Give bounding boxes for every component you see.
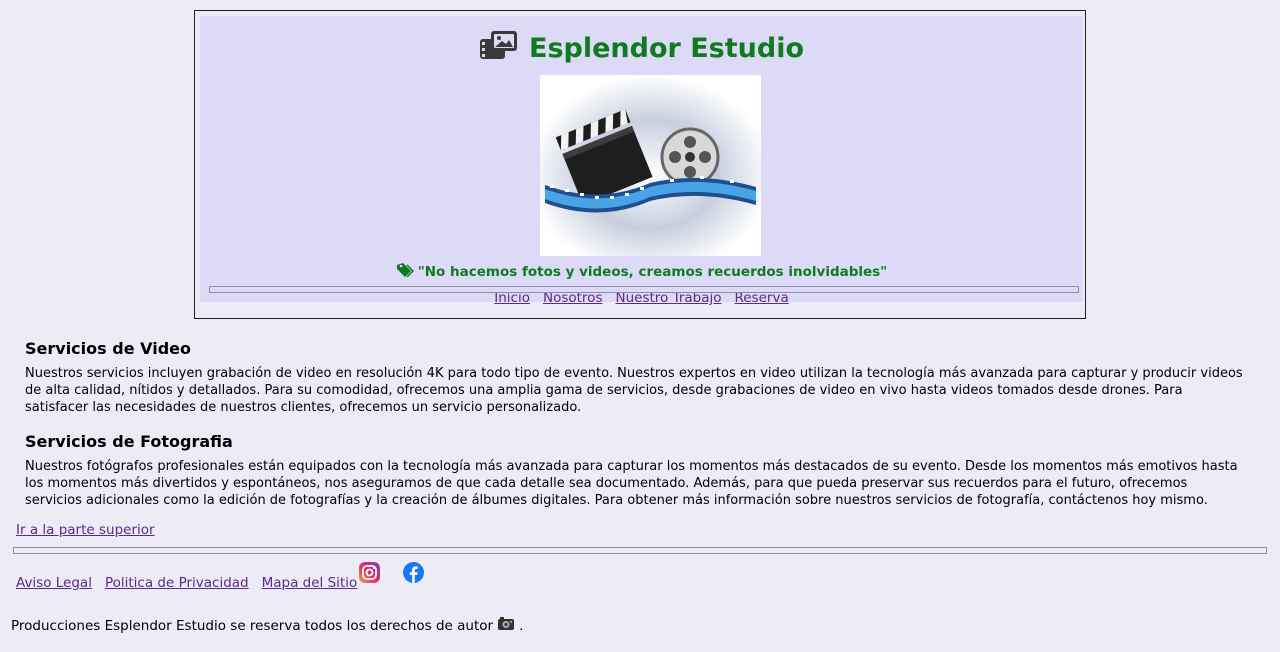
photo-services-heading: Servicios de Fotografia xyxy=(25,432,233,451)
nav-link-nosotros[interactable]: Nosotros xyxy=(543,290,603,310)
footer-link-mapa-sitio[interactable]: Mapa del Sitio xyxy=(262,575,358,591)
hero-image-film-clapperboard xyxy=(540,75,761,256)
nav-link-nuestro-trabajo[interactable]: Nuestro Trabajo xyxy=(615,290,721,310)
header-panel: Esplendor Estudio "No hacemos fotos y vi… xyxy=(200,16,1083,306)
nav-link-inicio[interactable]: Inicio xyxy=(494,290,530,310)
copyright-end: . xyxy=(519,617,524,634)
header-divider xyxy=(209,286,1079,293)
photo-video-icon xyxy=(479,30,519,66)
instagram-icon[interactable] xyxy=(358,561,381,584)
slogan-row: "No hacemos fotos y videos, creamos recu… xyxy=(200,262,1083,282)
copyright-text: Producciones Esplendor Estudio se reserv… xyxy=(11,617,494,634)
footer-link-privacidad[interactable]: Politica de Privacidad xyxy=(105,575,249,591)
slogan-text: "No hacemos fotos y videos, creamos recu… xyxy=(417,264,888,280)
footer-link-aviso-legal[interactable]: Aviso Legal xyxy=(16,575,92,591)
video-services-text: Nuestros servicios incluyen grabación de… xyxy=(25,366,1243,415)
site-title: Esplendor Estudio xyxy=(529,32,804,64)
camera-icon xyxy=(497,616,515,635)
footer-links: Aviso Legal Politica de Privacidad Mapa … xyxy=(16,575,357,591)
copyright-notice: Producciones Esplendor Estudio se reserv… xyxy=(11,616,523,635)
photo-services-text: Nuestros fotógrafos profesionales están … xyxy=(25,459,1238,508)
facebook-icon[interactable] xyxy=(402,561,425,584)
back-to-top-link[interactable]: Ir a la parte superior xyxy=(16,522,155,538)
video-services-heading: Servicios de Video xyxy=(25,339,191,358)
tags-icon xyxy=(396,262,414,282)
nav-link-reserva[interactable]: Reserva xyxy=(735,290,789,310)
main-navigation: Inicio Nosotros Nuestro Trabajo Reserva xyxy=(200,290,1083,310)
site-title-row: Esplendor Estudio xyxy=(200,28,1083,68)
site-header: Esplendor Estudio "No hacemos fotos y vi… xyxy=(194,10,1086,319)
footer-divider xyxy=(13,547,1267,554)
